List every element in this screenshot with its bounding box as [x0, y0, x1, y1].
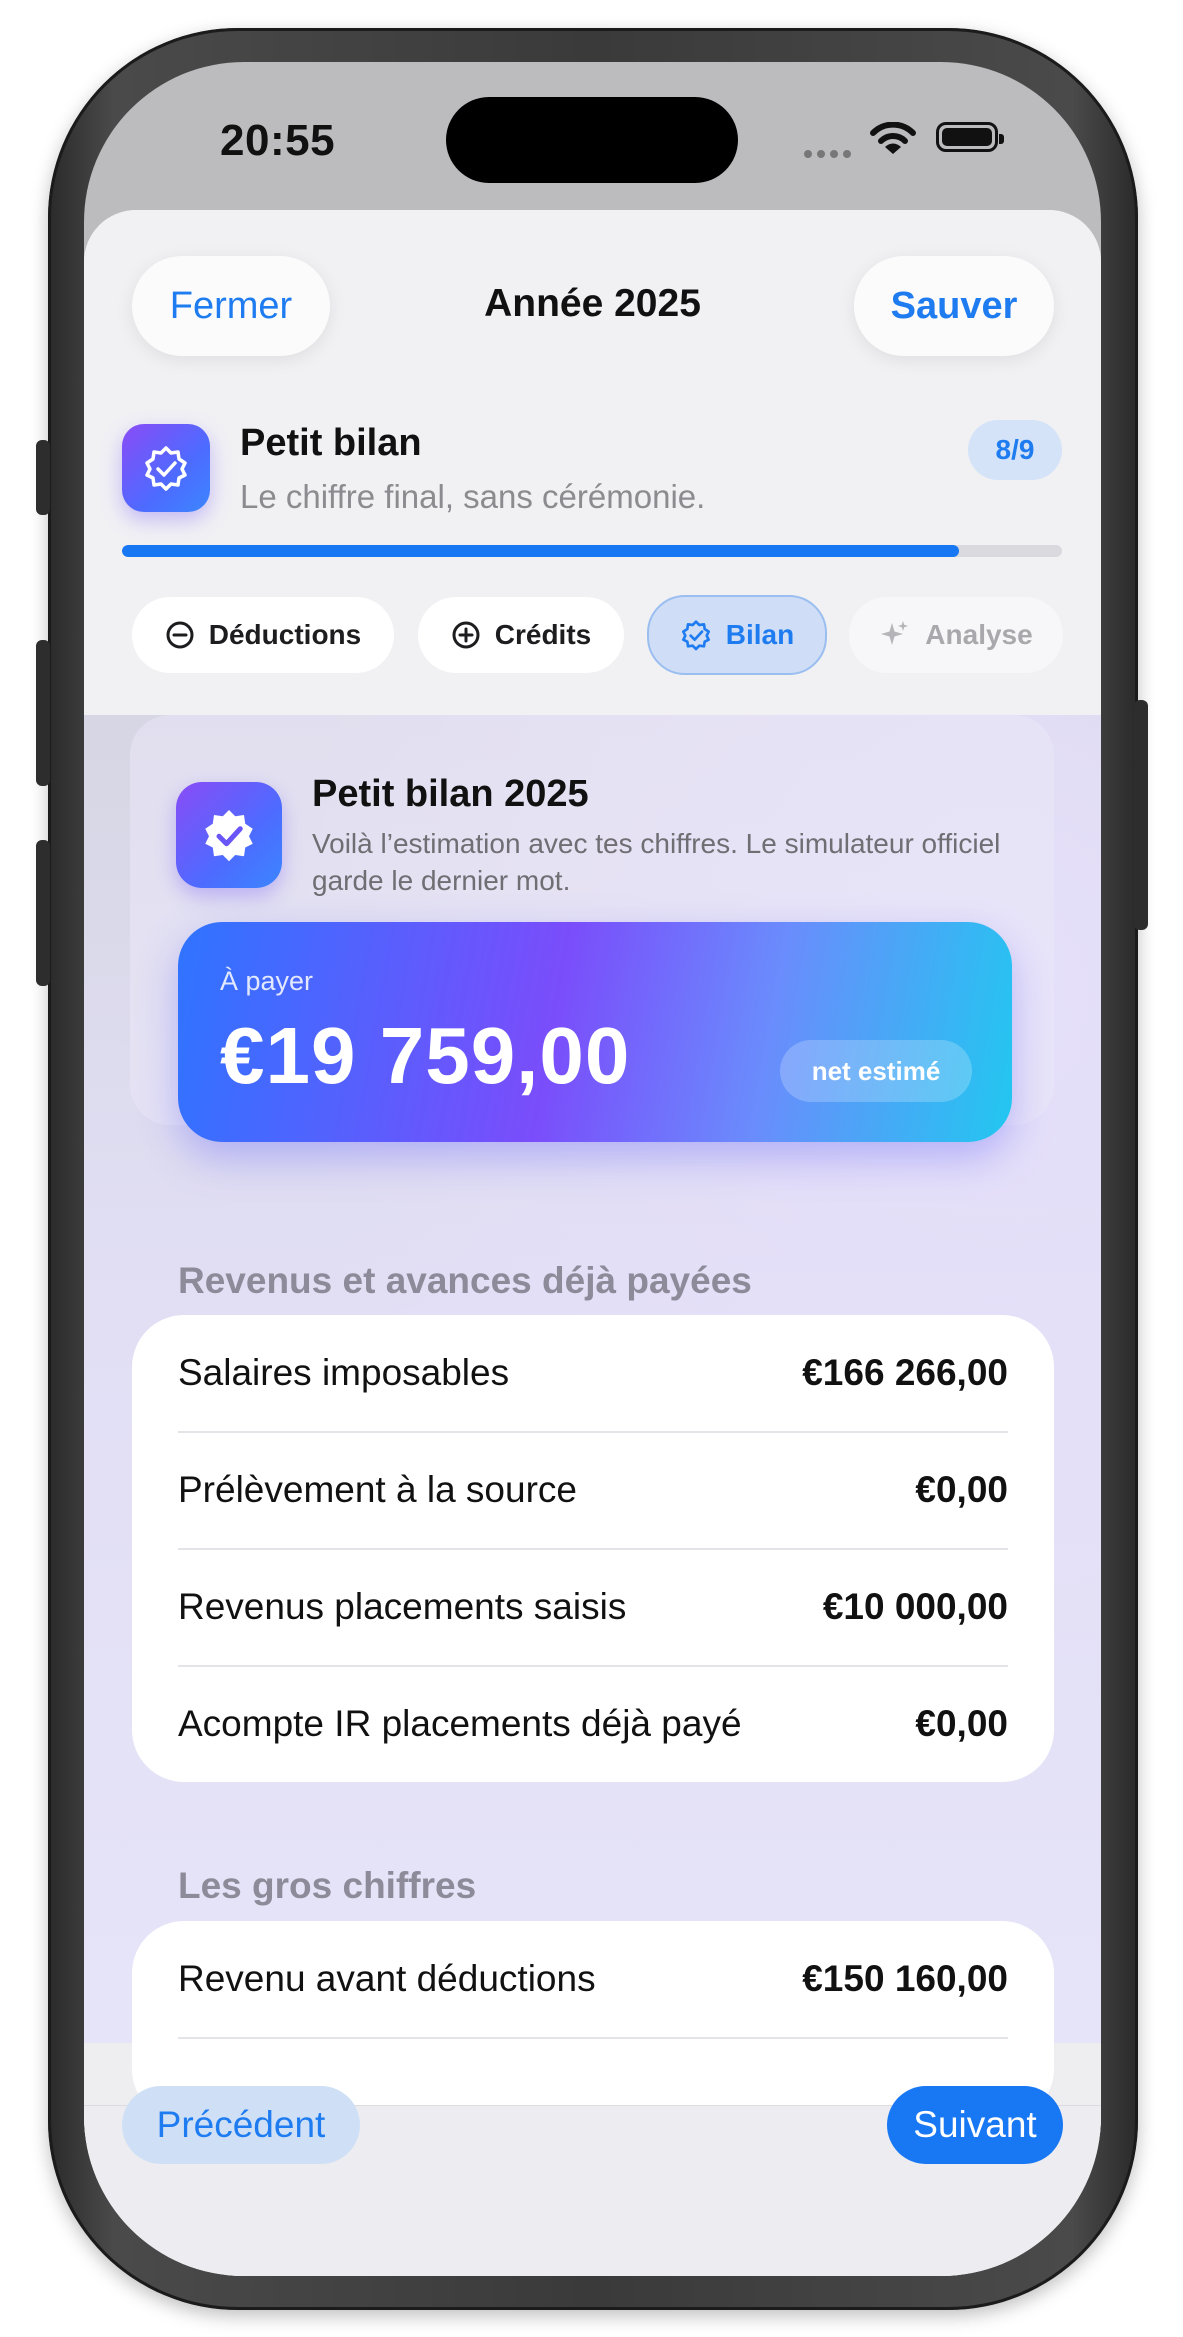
- step-counter-badge: 8/9: [968, 420, 1062, 480]
- status-time: 20:55: [220, 116, 336, 165]
- tab-label: Déductions: [208, 619, 362, 650]
- save-button[interactable]: Sauver: [854, 256, 1054, 356]
- verified-badge-icon: [681, 620, 710, 651]
- row-label: Salaires imposables: [178, 1352, 510, 1393]
- plus-circle-icon: [452, 621, 480, 649]
- tab-deductions[interactable]: Déductions: [132, 597, 394, 673]
- verified-badge-icon: [122, 424, 210, 512]
- step-subtitle: Le chiffre final, sans cérémonie.: [240, 478, 706, 515]
- tab-analyse[interactable]: Analyse: [849, 597, 1063, 673]
- estimate-badge: net estimé: [780, 1040, 972, 1102]
- divider: [178, 2037, 1008, 2039]
- volume-down-button: [36, 840, 50, 986]
- amount-value: €19 759,00: [220, 1011, 631, 1100]
- volume-up-button: [36, 640, 50, 786]
- tab-label: Crédits: [494, 619, 592, 650]
- tab-credits[interactable]: Crédits: [418, 597, 624, 673]
- row-label: Acompte IR placements déjà payé: [178, 1703, 742, 1744]
- phone-screen: 20:55 Fermer Année 2025 Sauver Petit bil…: [84, 62, 1101, 2276]
- section-title: Revenus et avances déjà payées: [178, 1260, 752, 1301]
- tab-label: Analyse: [925, 619, 1033, 650]
- step-title: Petit bilan: [240, 422, 422, 464]
- row-label: Revenu avant déductions: [178, 1958, 596, 1999]
- dynamic-island: [446, 97, 738, 183]
- income-list: Salaires imposables €166 266,00 Prélèvem…: [132, 1315, 1054, 1782]
- list-item: Salaires imposables €166 266,00: [178, 1315, 1008, 1431]
- section-title: Les gros chiffres: [178, 1865, 477, 1906]
- battery-icon: [936, 122, 1004, 152]
- step-progress-bar: [122, 545, 1062, 557]
- amount-label: À payer: [220, 966, 314, 996]
- row-value: €0,00: [915, 1703, 1008, 1744]
- power-button: [1134, 700, 1148, 930]
- tab-bilan[interactable]: Bilan: [647, 595, 827, 675]
- action-button: [36, 440, 50, 515]
- row-value: €166 266,00: [802, 1352, 1008, 1393]
- row-value: €0,00: [915, 1469, 1008, 1510]
- tab-label: Bilan: [725, 619, 795, 650]
- list-item: Revenus placements saisis €10 000,00: [178, 1549, 1008, 1665]
- cellular-signal-icon: [804, 145, 858, 158]
- row-label: Prélèvement à la source: [178, 1469, 577, 1510]
- row-value: €150 160,00: [802, 1958, 1008, 1999]
- row-value: €10 000,00: [822, 1586, 1008, 1627]
- next-button[interactable]: Suivant: [887, 2086, 1063, 2164]
- summary-title: Petit bilan 2025: [312, 773, 589, 815]
- wifi-icon: [870, 121, 916, 161]
- verified-badge-icon: [176, 782, 282, 888]
- sheet-header: Fermer Année 2025 Sauver Petit bilan Le …: [84, 210, 1101, 715]
- list-item: Prélèvement à la source €0,00: [178, 1432, 1008, 1548]
- sparkles-icon: [881, 621, 909, 645]
- summary-description: Voilà l’estimation avec tes chiffres. Le…: [312, 828, 1001, 896]
- amount-due-card: À payer €19 759,00 net estimé: [178, 922, 1012, 1142]
- modal-sheet: Fermer Année 2025 Sauver Petit bilan Le …: [84, 210, 1101, 2276]
- list-item: Revenu avant déductions €150 160,00: [178, 1921, 1008, 2037]
- previous-button[interactable]: Précédent: [122, 2086, 360, 2164]
- minus-circle-icon: [166, 621, 194, 649]
- scroll-content[interactable]: Petit bilan 2025 Voilà l’estimation avec…: [84, 715, 1101, 2121]
- step-progress-fill: [122, 545, 959, 557]
- row-label: Revenus placements saisis: [178, 1586, 627, 1627]
- list-item: Acompte IR placements déjà payé €0,00: [178, 1666, 1008, 1782]
